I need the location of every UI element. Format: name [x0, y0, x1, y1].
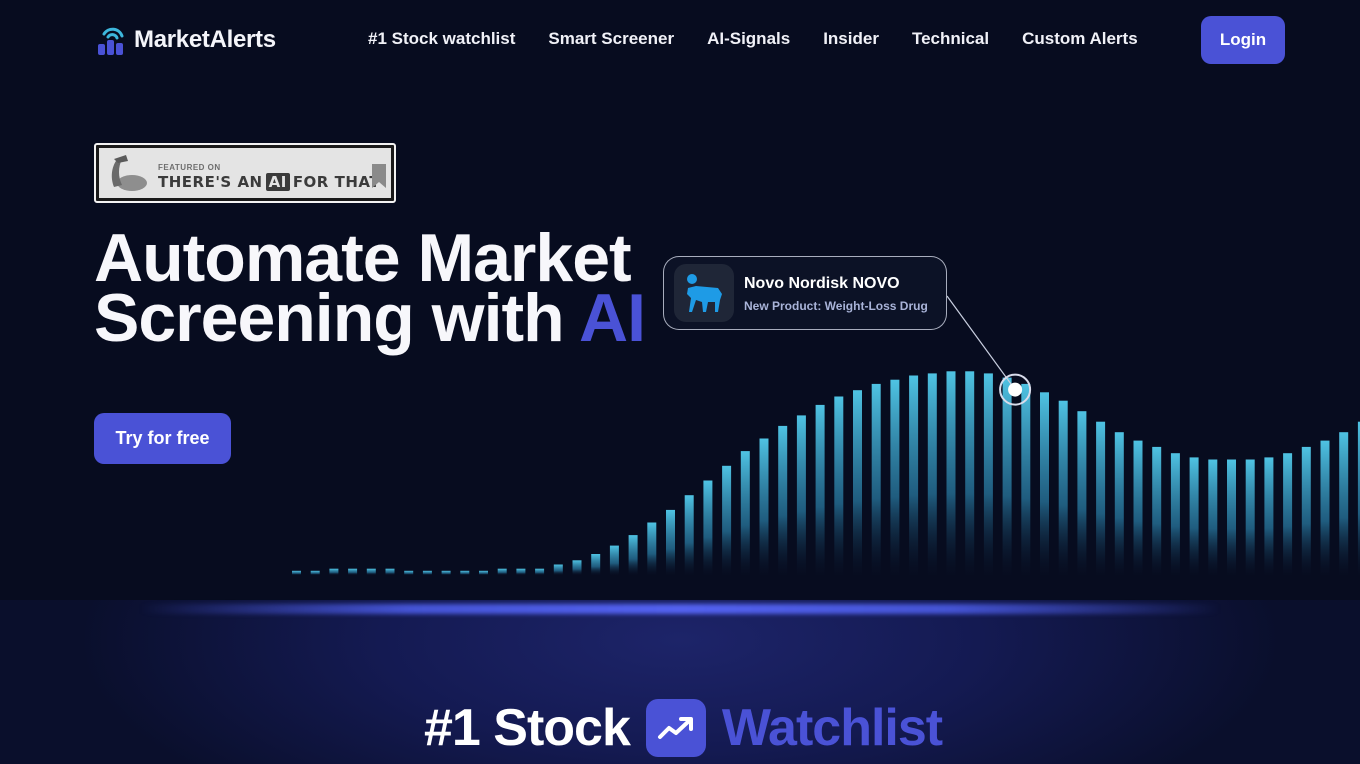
chart-bar	[1021, 383, 1031, 575]
chart-bar	[348, 568, 358, 575]
chart-bar	[1096, 421, 1106, 575]
chart-bar	[703, 480, 713, 575]
callout-connector-line	[946, 295, 1016, 390]
chart-bar	[292, 570, 301, 575]
chart-bar	[1189, 457, 1199, 575]
chart-bar	[1058, 400, 1068, 575]
chart-bar	[890, 379, 900, 575]
chart-bar	[1227, 459, 1236, 575]
chart-bar	[628, 535, 638, 575]
stock-subtitle: New Product: Weight-Loss Drug	[744, 299, 928, 313]
chart-bar	[946, 371, 956, 575]
chart-bar	[666, 509, 675, 575]
chart-bar	[329, 568, 339, 575]
chart-bar	[684, 495, 694, 575]
trending-up-icon	[645, 699, 706, 757]
chart-bar	[759, 438, 769, 575]
chart-bar	[965, 371, 975, 575]
chart-bar	[366, 568, 376, 575]
chart-bar	[572, 560, 582, 575]
chart-bar	[1320, 440, 1330, 575]
watchlist-title-accent: Watchlist	[721, 699, 943, 757]
chart-bar	[983, 373, 993, 575]
chart-bar	[1264, 457, 1274, 575]
chart-bar	[927, 373, 937, 575]
chart-bar	[740, 451, 750, 575]
chart-bar	[1152, 446, 1162, 575]
chart-bar	[609, 545, 619, 575]
chart-bar	[1301, 446, 1311, 575]
chart-bar	[834, 396, 844, 575]
chart-bar	[1245, 459, 1255, 575]
chart-bar	[422, 570, 432, 575]
chart-bar	[722, 465, 732, 575]
chart-bar	[796, 415, 806, 575]
chart-bar	[1002, 377, 1012, 575]
chart-bar	[1339, 432, 1349, 575]
chart-bar	[385, 568, 395, 575]
bull-icon	[687, 274, 722, 312]
glow-divider	[140, 604, 1220, 614]
chart-bar	[535, 568, 545, 575]
novo-nordisk-logo	[674, 264, 734, 322]
stock-name: Novo Nordisk NOVO	[744, 275, 900, 292]
chart-bar	[591, 554, 601, 575]
chart-bar	[853, 390, 862, 575]
chart-bar	[1040, 392, 1049, 575]
watchlist-section-title: #1 Stock Watchlist	[424, 698, 943, 758]
chart-bar	[441, 570, 451, 575]
chart-bar	[909, 375, 919, 575]
watchlist-title-pre: #1 Stock	[424, 699, 631, 757]
chart-bar	[1114, 432, 1124, 575]
chart-bar	[815, 404, 825, 575]
chart-bar	[310, 570, 320, 575]
chart-bar	[404, 570, 414, 575]
chart-bar	[871, 383, 881, 575]
chart-bar	[1283, 453, 1293, 575]
chart-bar	[1077, 411, 1087, 575]
chart-bar	[1133, 440, 1143, 575]
chart-bar	[497, 568, 507, 575]
chart-bar	[516, 568, 526, 575]
chart-bar	[460, 570, 470, 575]
chart-bar	[479, 570, 488, 575]
highlight-dot[interactable]	[1008, 382, 1023, 397]
stock-alert-card[interactable]: Novo Nordisk NOVO New Product: Weight-Lo…	[663, 256, 947, 330]
chart-bar	[1208, 459, 1218, 575]
chart-bar	[553, 564, 563, 575]
chart-bar	[778, 425, 788, 575]
chart-bar	[1170, 453, 1180, 575]
chart-bar	[647, 522, 657, 575]
